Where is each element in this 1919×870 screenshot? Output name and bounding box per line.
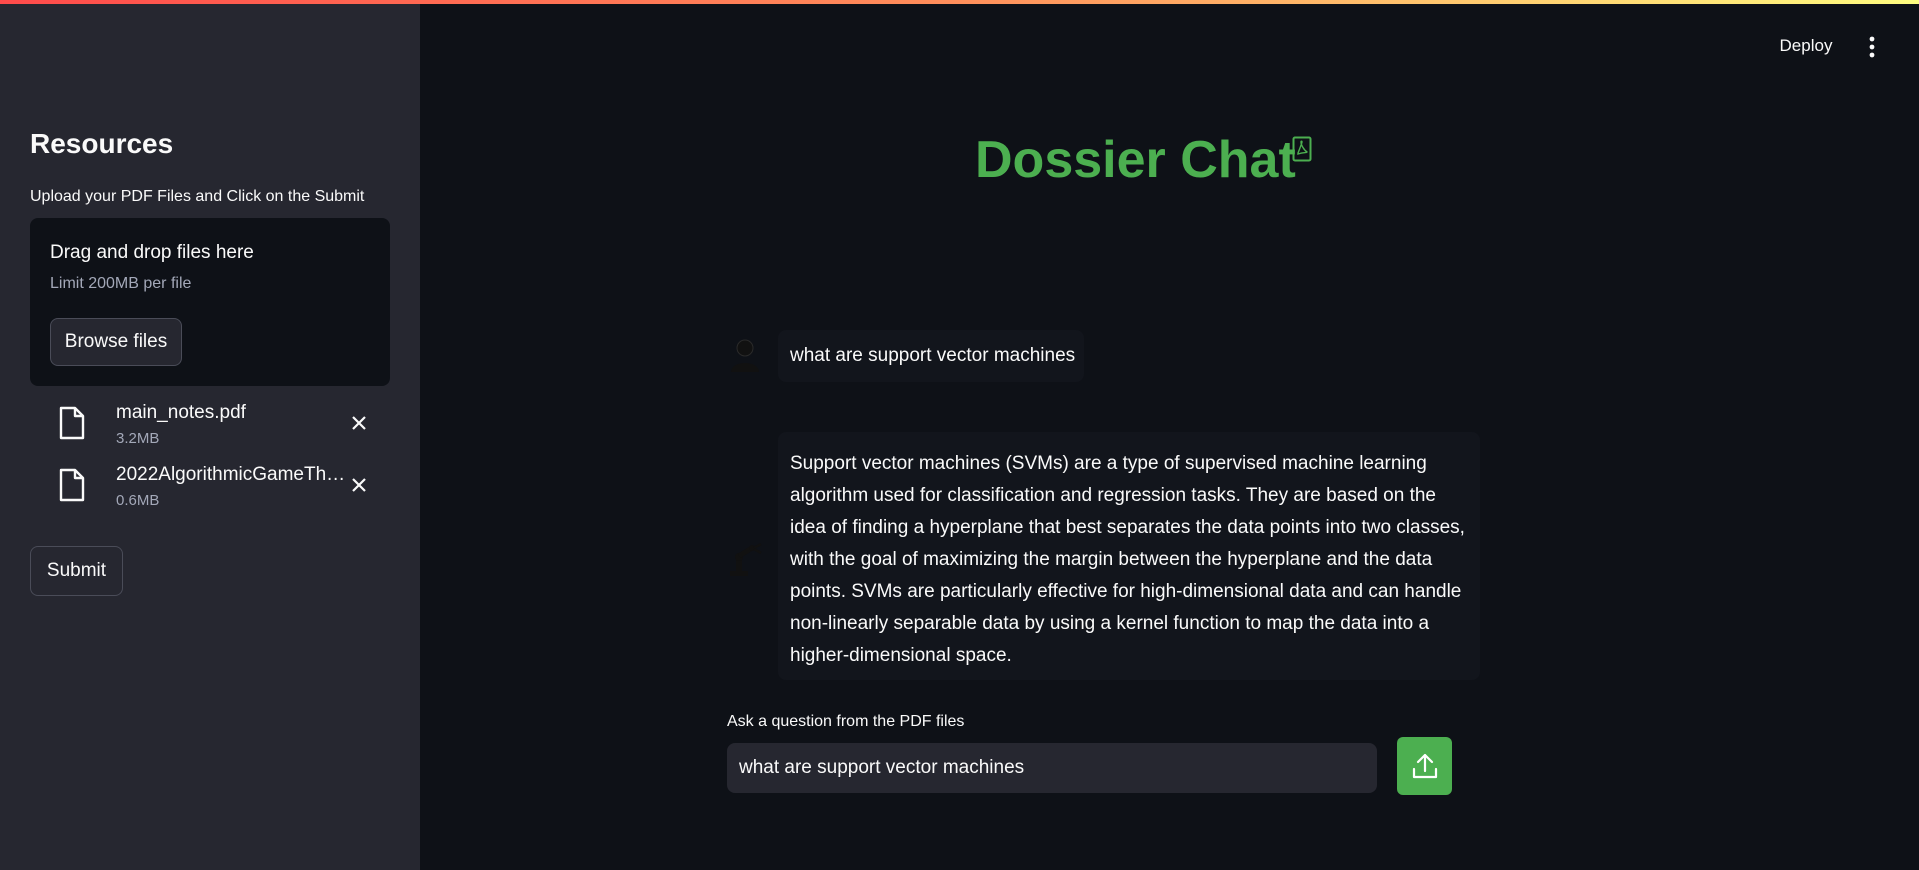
question-input-label: Ask a question from the PDF files xyxy=(727,713,965,730)
file-size: 0.6MB xyxy=(116,492,160,509)
more-options-icon[interactable] xyxy=(1862,34,1882,60)
page-title: Dossier Chat xyxy=(975,131,1296,189)
file-size: 3.2MB xyxy=(116,430,160,447)
robot-arm-icon xyxy=(730,542,762,576)
file-dropzone[interactable]: Drag and drop files here Limit 200MB per… xyxy=(30,218,390,386)
deploy-button[interactable]: Deploy xyxy=(1770,36,1842,56)
user-message: what are support vector machines xyxy=(778,330,1084,382)
file-name: 2022AlgorithmicGameTheory.pdf xyxy=(116,464,346,485)
uploaded-file-row: main_notes.pdf 3.2MB xyxy=(30,400,390,450)
question-input[interactable] xyxy=(727,743,1377,793)
dropzone-title: Drag and drop files here xyxy=(50,242,254,263)
sidebar: Resources Upload your PDF Files and Clic… xyxy=(0,0,420,870)
assistant-message: Support vector machines (SVMs) are a typ… xyxy=(778,432,1480,680)
user-icon xyxy=(731,339,759,372)
file-name: main_notes.pdf xyxy=(116,402,246,423)
remove-file-close-icon[interactable] xyxy=(346,410,372,436)
file-icon xyxy=(59,468,85,502)
browse-files-button[interactable]: Browse files xyxy=(50,318,182,366)
file-icon xyxy=(59,406,85,440)
remove-file-close-icon[interactable] xyxy=(346,472,372,498)
uploaded-file-row: 2022AlgorithmicGameTheory.pdf 0.6MB xyxy=(30,462,390,512)
send-button[interactable] xyxy=(1397,737,1452,795)
top-decoration-bar xyxy=(0,0,1919,4)
upload-icon xyxy=(1412,753,1437,779)
dropzone-limit: Limit 200MB per file xyxy=(50,275,192,292)
submit-button[interactable]: Submit xyxy=(30,546,123,596)
sidebar-title: Resources xyxy=(30,128,174,159)
upload-instructions: Upload your PDF Files and Click on the S… xyxy=(30,188,365,205)
pdf-file-icon xyxy=(1292,136,1312,162)
